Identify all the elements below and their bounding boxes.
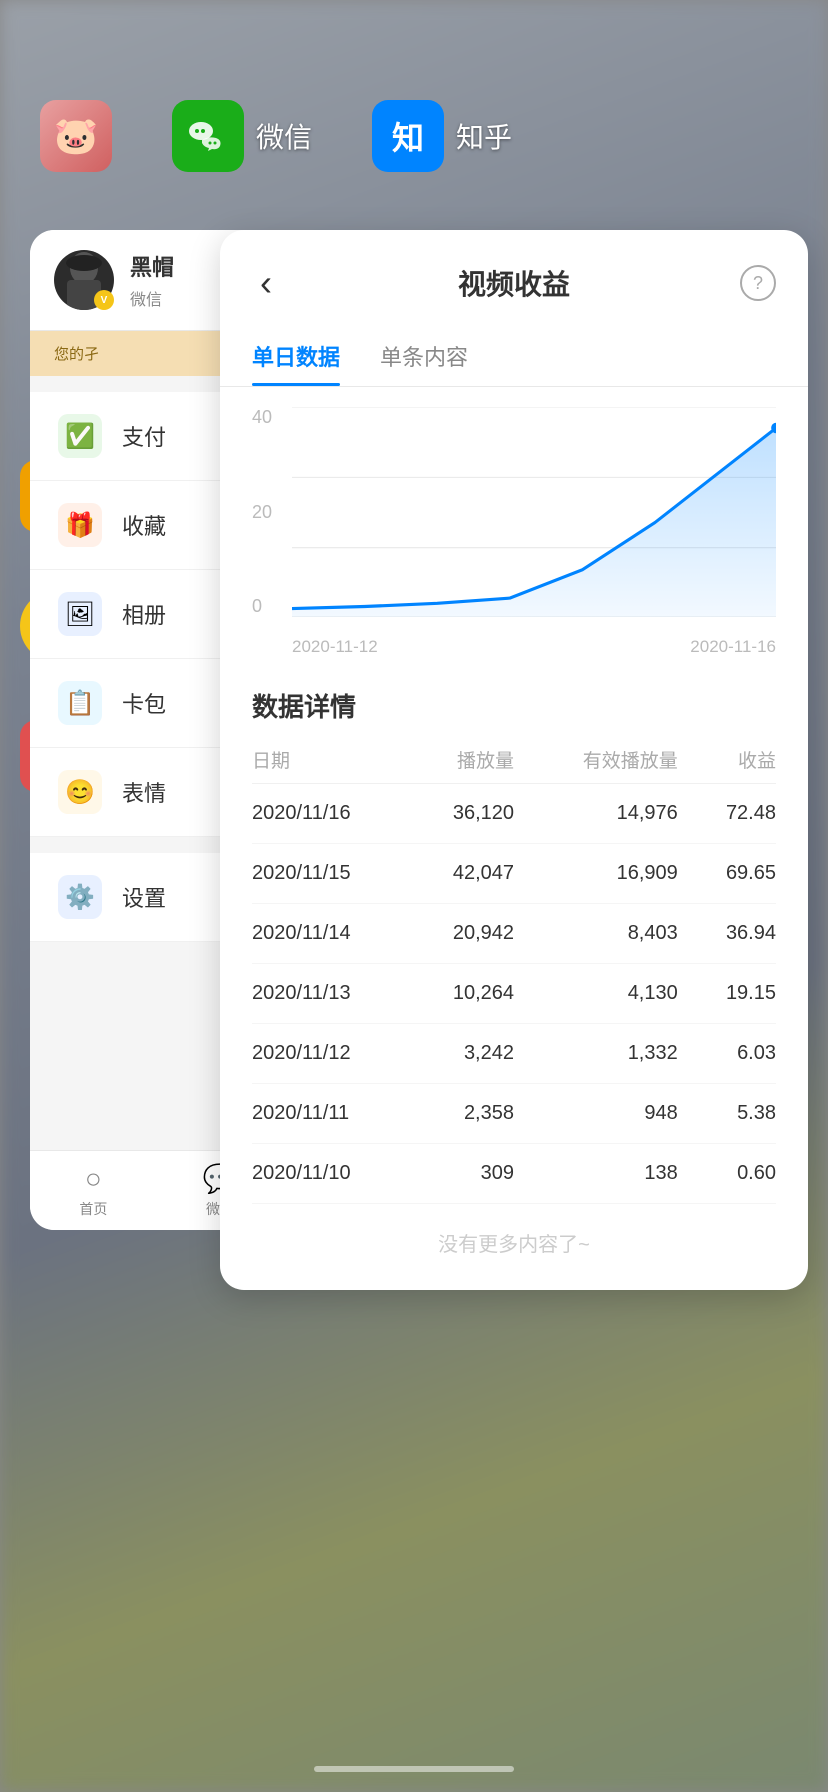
table-row: 2020/11/15 42,047 16,909 69.65 — [252, 844, 776, 904]
col-header-earn: 收益 — [678, 746, 776, 773]
chart-x-labels: 2020-11-12 2020-11-16 — [292, 637, 776, 657]
cell-valid-0: 14,976 — [514, 802, 678, 825]
app-item-wechat[interactable]: 微信 — [172, 100, 312, 172]
cell-earn-6: 0.60 — [678, 1162, 776, 1185]
cell-date-3: 2020/11/13 — [252, 982, 383, 1005]
app-switcher-top: 🐷 微信 知 知乎 — [0, 100, 828, 172]
help-button[interactable]: ? — [740, 265, 776, 301]
pay-icon: ✅ — [58, 414, 102, 458]
vip-badge: V — [94, 290, 114, 310]
album-icon: 🖼 — [58, 592, 102, 636]
cell-date-0: 2020/11/16 — [252, 802, 383, 825]
chart-svg-container — [292, 407, 776, 617]
section-title: 数据详情 — [252, 667, 776, 736]
settings-icon: ⚙️ — [58, 875, 102, 919]
favorites-label: 收藏 — [122, 509, 166, 541]
tab-daily[interactable]: 单日数据 — [252, 340, 340, 386]
tab-row: 单日数据 单条内容 — [220, 320, 808, 387]
col-header-play: 播放量 — [383, 746, 514, 773]
page-title: 视频收益 — [458, 263, 570, 303]
cell-earn-0: 72.48 — [678, 802, 776, 825]
cell-date-1: 2020/11/15 — [252, 862, 383, 885]
table-row: 2020/11/12 3,242 1,332 6.03 — [252, 1024, 776, 1084]
wechat-app-label: 微信 — [256, 116, 312, 156]
data-section: 数据详情 日期 播放量 有效播放量 收益 2020/11/16 36,120 1… — [220, 667, 808, 1281]
cell-valid-5: 948 — [514, 1102, 678, 1125]
back-button[interactable]: ‹ — [252, 258, 280, 308]
app-item-zhihu[interactable]: 知 知乎 — [372, 100, 512, 172]
pig-app-icon: 🐷 — [40, 100, 112, 172]
album-label: 相册 — [122, 598, 166, 630]
col-header-date: 日期 — [252, 746, 383, 773]
cell-valid-6: 138 — [514, 1162, 678, 1185]
cell-date-6: 2020/11/10 — [252, 1162, 383, 1185]
cell-valid-3: 4,130 — [514, 982, 678, 1005]
x-label-end: 2020-11-16 — [690, 637, 776, 657]
zhihu-header: ‹ 视频收益 ? — [220, 230, 808, 308]
zhihu-app-label: 知乎 — [456, 116, 512, 156]
zhihu-card: ‹ 视频收益 ? 单日数据 单条内容 40 20 0 — [220, 230, 808, 1290]
emoji-label: 表情 — [122, 776, 166, 808]
table-row: 2020/11/10 309 138 0.60 — [252, 1144, 776, 1204]
tab-single[interactable]: 单条内容 — [380, 340, 468, 386]
cell-valid-1: 16,909 — [514, 862, 678, 885]
home-tab-label: 首页 — [79, 1199, 107, 1219]
cell-play-6: 309 — [383, 1162, 514, 1185]
table-row: 2020/11/11 2,358 948 5.38 — [252, 1084, 776, 1144]
wallet-icon: 📋 — [58, 681, 102, 725]
x-label-start: 2020-11-12 — [292, 637, 378, 657]
table-body: 2020/11/16 36,120 14,976 72.48 2020/11/1… — [252, 784, 776, 1204]
cell-play-4: 3,242 — [383, 1042, 514, 1065]
chart-area: 40 20 0 — [220, 387, 808, 667]
y-label-20: 20 — [252, 502, 272, 523]
cell-date-4: 2020/11/12 — [252, 1042, 383, 1065]
table-row: 2020/11/16 36,120 14,976 72.48 — [252, 784, 776, 844]
cell-play-2: 20,942 — [383, 922, 514, 945]
cell-valid-2: 8,403 — [514, 922, 678, 945]
cell-play-1: 42,047 — [383, 862, 514, 885]
favorites-icon: 🎁 — [58, 503, 102, 547]
pay-label: 支付 — [122, 420, 166, 452]
app-item-pig[interactable]: 🐷 — [40, 100, 112, 172]
cell-play-0: 36,120 — [383, 802, 514, 825]
cell-play-3: 10,264 — [383, 982, 514, 1005]
cell-play-5: 2,358 — [383, 1102, 514, 1125]
y-label-0: 0 — [252, 596, 272, 617]
wechat-app-icon — [172, 100, 244, 172]
table-row: 2020/11/13 10,264 4,130 19.15 — [252, 964, 776, 1024]
cell-valid-4: 1,332 — [514, 1042, 678, 1065]
zhihu-app-icon: 知 — [372, 100, 444, 172]
wallet-label: 卡包 — [122, 687, 166, 719]
tab-home[interactable]: ○ 首页 — [30, 1163, 157, 1219]
emoji-icon: 😊 — [58, 770, 102, 814]
cell-date-5: 2020/11/11 — [252, 1102, 383, 1125]
col-header-valid: 有效播放量 — [514, 746, 678, 773]
avatar-wrap: V — [54, 250, 114, 310]
cell-earn-4: 6.03 — [678, 1042, 776, 1065]
cell-earn-5: 5.38 — [678, 1102, 776, 1125]
line-chart — [292, 407, 776, 617]
chart-y-labels: 40 20 0 — [252, 407, 272, 617]
cell-earn-3: 19.15 — [678, 982, 776, 1005]
table-header: 日期 播放量 有效播放量 收益 — [252, 736, 776, 784]
home-icon: ○ — [85, 1163, 102, 1195]
cell-earn-1: 69.65 — [678, 862, 776, 885]
cell-earn-2: 36.94 — [678, 922, 776, 945]
home-indicator — [314, 1766, 514, 1772]
y-label-40: 40 — [252, 407, 272, 428]
cell-date-2: 2020/11/14 — [252, 922, 383, 945]
no-more-text: 没有更多内容了~ — [252, 1204, 776, 1281]
table-row: 2020/11/14 20,942 8,403 36.94 — [252, 904, 776, 964]
settings-label: 设置 — [122, 881, 166, 913]
